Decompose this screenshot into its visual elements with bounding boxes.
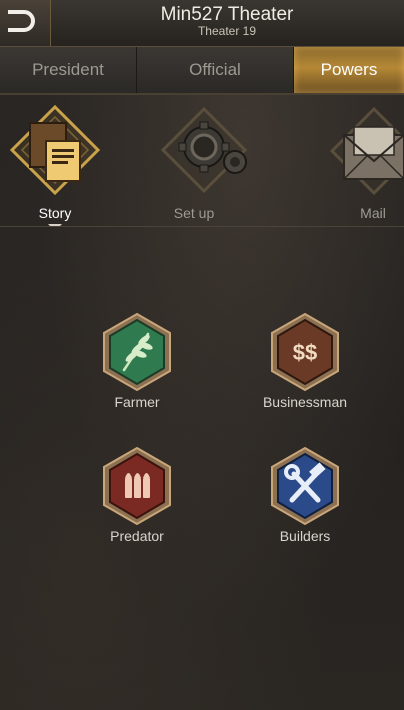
tab-president[interactable]: President — [0, 47, 137, 93]
section-nav: Story Set up Mail — [0, 95, 404, 227]
nav-item-story[interactable]: Story — [0, 95, 110, 226]
back-button[interactable] — [0, 0, 51, 46]
nav-item-mail[interactable]: Mail — [320, 95, 404, 226]
role-label-predator: Predator — [110, 528, 164, 544]
gear-icon — [160, 106, 248, 194]
back-arrow-icon — [8, 10, 35, 32]
nav-item-setup[interactable]: Set up — [159, 95, 269, 226]
page-title: Min527 Theater — [160, 4, 294, 25]
envelope-icon — [329, 106, 404, 196]
role-farmer[interactable]: Farmer — [77, 312, 197, 422]
role-businessman[interactable]: $$ Businessman — [245, 312, 365, 422]
role-builders[interactable]: Builders — [245, 446, 365, 556]
role-label-businessman: Businessman — [262, 394, 348, 410]
nav-label-setup: Set up — [173, 205, 215, 221]
role-label-farmer: Farmer — [114, 394, 160, 410]
page-subtitle: Theater 19 — [197, 24, 257, 38]
selection-pointer-icon — [48, 224, 62, 226]
role-label-builders: Builders — [279, 528, 331, 544]
tab-powers[interactable]: Powers — [294, 47, 404, 93]
dollar-icon: $$ — [271, 312, 339, 392]
svg-text:$$: $$ — [293, 340, 317, 365]
tab-official[interactable]: Official — [137, 47, 294, 93]
nav-label-mail: Mail — [360, 205, 386, 221]
header-bar: Min527 Theater Theater 19 — [0, 0, 404, 47]
bullets-icon — [103, 446, 171, 526]
wheat-icon — [103, 312, 171, 392]
role-predator[interactable]: Predator — [77, 446, 197, 556]
tools-icon — [271, 446, 339, 526]
tab-bar: President Official Powers — [0, 47, 404, 95]
